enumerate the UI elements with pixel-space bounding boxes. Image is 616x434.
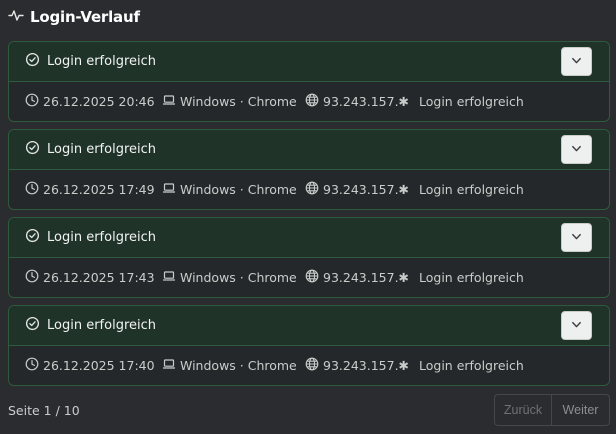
login-device: Windows · Chrome (162, 269, 305, 286)
laptop-icon (162, 269, 176, 286)
clock-icon (25, 357, 39, 374)
login-note-value: Login erfolgreich (419, 182, 524, 197)
login-status-label: Login erfolgreich (47, 142, 156, 157)
login-entry-header: Login erfolgreich (9, 130, 609, 170)
login-time: 26.12.2025 17:43 (25, 269, 162, 286)
login-ip: 93.243.157.✱ (305, 269, 419, 286)
login-entry-details: 26.12.2025 17:49 Windows · Chrome 93.243… (9, 170, 609, 209)
login-note: Login erfolgreich (419, 182, 524, 197)
globe-icon (305, 269, 319, 286)
next-page-button[interactable]: Weiter (552, 394, 610, 426)
pagination-bar: Seite 1 / 10 Zurück Weiter (8, 394, 610, 426)
login-status: Login erfolgreich (25, 228, 156, 247)
expand-entry-button[interactable] (561, 135, 592, 164)
globe-icon (305, 357, 319, 374)
login-time: 26.12.2025 20:46 (25, 93, 162, 110)
login-status: Login erfolgreich (25, 52, 156, 71)
prev-page-button[interactable]: Zurück (494, 394, 552, 426)
login-ip: 93.243.157.✱ (305, 181, 419, 198)
login-device: Windows · Chrome (162, 181, 305, 198)
login-status-label: Login erfolgreich (47, 230, 156, 245)
login-time-value: 26.12.2025 17:40 (43, 358, 155, 373)
chevron-down-icon (570, 140, 583, 159)
login-entry-details: 26.12.2025 20:46 Windows · Chrome 93.243… (9, 82, 609, 121)
login-note-value: Login erfolgreich (419, 358, 524, 373)
check-circle-icon (25, 140, 40, 159)
login-entry-card: Login erfolgreich 26.12.2025 17:43 Windo… (8, 217, 610, 298)
laptop-icon (162, 357, 176, 374)
login-time-value: 26.12.2025 17:43 (43, 270, 155, 285)
check-circle-icon (25, 316, 40, 335)
login-note-value: Login erfolgreich (419, 94, 524, 109)
page-info: Seite 1 / 10 (8, 403, 80, 418)
section-title: Login-Verlauf (30, 8, 140, 26)
login-device-value: Windows · Chrome (180, 270, 297, 285)
login-entry-card: Login erfolgreich 26.12.2025 17:49 Windo… (8, 129, 610, 210)
login-device-value: Windows · Chrome (180, 94, 297, 109)
login-note-value: Login erfolgreich (419, 270, 524, 285)
login-time-value: 26.12.2025 20:46 (43, 94, 155, 109)
login-device: Windows · Chrome (162, 357, 305, 374)
pagination-controls: Zurück Weiter (494, 394, 610, 426)
login-ip-value: 93.243.157.✱ (323, 270, 410, 285)
login-note: Login erfolgreich (419, 270, 524, 285)
login-entry-header: Login erfolgreich (9, 42, 609, 82)
login-note: Login erfolgreich (419, 358, 524, 373)
login-note: Login erfolgreich (419, 94, 524, 109)
chevron-down-icon (570, 316, 583, 335)
check-circle-icon (25, 52, 40, 71)
login-device-value: Windows · Chrome (180, 358, 297, 373)
expand-entry-button[interactable] (561, 47, 592, 76)
login-status: Login erfolgreich (25, 316, 156, 335)
login-ip: 93.243.157.✱ (305, 357, 419, 374)
login-entry-card: Login erfolgreich 26.12.2025 17:40 Windo… (8, 305, 610, 386)
login-entry-details: 26.12.2025 17:43 Windows · Chrome 93.243… (9, 258, 609, 297)
login-status-label: Login erfolgreich (47, 318, 156, 333)
clock-icon (25, 269, 39, 286)
login-entry-details: 26.12.2025 17:40 Windows · Chrome 93.243… (9, 346, 609, 385)
activity-icon (8, 7, 24, 27)
login-time: 26.12.2025 17:49 (25, 181, 162, 198)
expand-entry-button[interactable] (561, 223, 592, 252)
chevron-down-icon (570, 228, 583, 247)
globe-icon (305, 181, 319, 198)
clock-icon (25, 93, 39, 110)
login-ip-value: 93.243.157.✱ (323, 182, 410, 197)
login-history-list: Login erfolgreich 26.12.2025 20:46 Windo… (8, 41, 610, 393)
chevron-down-icon (570, 52, 583, 71)
section-header: Login-Verlauf (8, 6, 140, 28)
login-time: 26.12.2025 17:40 (25, 357, 162, 374)
login-ip-value: 93.243.157.✱ (323, 94, 410, 109)
globe-icon (305, 93, 319, 110)
login-entry-header: Login erfolgreich (9, 218, 609, 258)
login-entry-header: Login erfolgreich (9, 306, 609, 346)
login-ip-value: 93.243.157.✱ (323, 358, 410, 373)
clock-icon (25, 181, 39, 198)
login-device: Windows · Chrome (162, 93, 305, 110)
login-device-value: Windows · Chrome (180, 182, 297, 197)
login-ip: 93.243.157.✱ (305, 93, 419, 110)
expand-entry-button[interactable] (561, 311, 592, 340)
login-status: Login erfolgreich (25, 140, 156, 159)
login-time-value: 26.12.2025 17:49 (43, 182, 155, 197)
login-status-label: Login erfolgreich (47, 54, 156, 69)
login-entry-card: Login erfolgreich 26.12.2025 20:46 Windo… (8, 41, 610, 122)
laptop-icon (162, 93, 176, 110)
check-circle-icon (25, 228, 40, 247)
laptop-icon (162, 181, 176, 198)
